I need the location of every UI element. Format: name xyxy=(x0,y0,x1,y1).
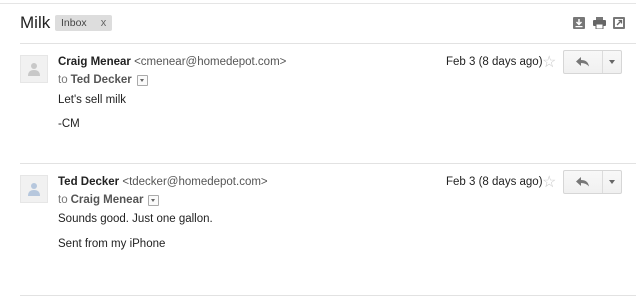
remove-label-button[interactable]: x xyxy=(101,15,107,31)
message-date: Feb 3 (8 days ago) xyxy=(446,176,543,188)
more-options-button[interactable] xyxy=(603,51,621,73)
message-divider xyxy=(20,163,636,164)
message-body-line: -CM xyxy=(58,118,80,130)
reply-button-group[interactable] xyxy=(563,50,622,74)
message-body-line: Sent from my iPhone xyxy=(58,238,166,250)
avatar xyxy=(20,55,48,83)
reply-icon xyxy=(576,177,590,187)
reply-button[interactable] xyxy=(564,51,604,73)
download-icon[interactable] xyxy=(573,17,585,29)
bottom-divider xyxy=(20,295,636,296)
new-window-icon[interactable] xyxy=(613,17,625,29)
message-date: Feb 3 (8 days ago) xyxy=(446,56,543,68)
label-text: Inbox xyxy=(61,17,87,29)
message-body-line: Sounds good. Just one gallon. xyxy=(58,213,213,225)
sender-email: <tdecker@homedepot.com> xyxy=(122,176,268,188)
star-icon[interactable]: ☆ xyxy=(542,172,556,192)
sender: Ted Decker <tdecker@homedepot.com> xyxy=(58,176,268,188)
sender-name: Craig Menear xyxy=(58,56,131,68)
sender-email: <cmenear@homedepot.com> xyxy=(134,56,287,68)
more-options-button[interactable] xyxy=(603,171,621,193)
to-prefix: to xyxy=(58,194,68,206)
show-details-dropdown-icon[interactable] xyxy=(148,194,160,206)
print-icon[interactable] xyxy=(593,17,606,29)
message-body-line: Let's sell milk xyxy=(58,94,127,106)
top-rule xyxy=(0,3,636,4)
reply-icon xyxy=(576,57,590,67)
reply-button[interactable] xyxy=(564,171,604,193)
star-icon[interactable]: ☆ xyxy=(542,52,556,72)
person-icon xyxy=(28,183,40,196)
sender: Craig Menear <cmenear@homedepot.com> xyxy=(58,56,286,68)
inbox-label-chip[interactable]: Inbox x xyxy=(55,15,113,31)
sender-name: Ted Decker xyxy=(58,176,120,188)
thread-subject: Milk xyxy=(20,13,51,32)
recipient-line: to Ted Decker xyxy=(58,74,148,86)
reply-button-group[interactable] xyxy=(563,170,622,194)
recipient-name: Ted Decker xyxy=(70,74,132,86)
to-prefix: to xyxy=(58,74,68,86)
dropdown-arrow-icon xyxy=(609,180,616,184)
header-divider xyxy=(20,43,636,44)
person-icon xyxy=(28,63,40,76)
show-details-dropdown-icon[interactable] xyxy=(136,74,148,86)
dropdown-arrow-icon xyxy=(609,60,616,64)
recipient-name: Craig Menear xyxy=(70,194,144,206)
recipient-line: to Craig Menear xyxy=(58,194,160,206)
avatar xyxy=(20,175,48,203)
